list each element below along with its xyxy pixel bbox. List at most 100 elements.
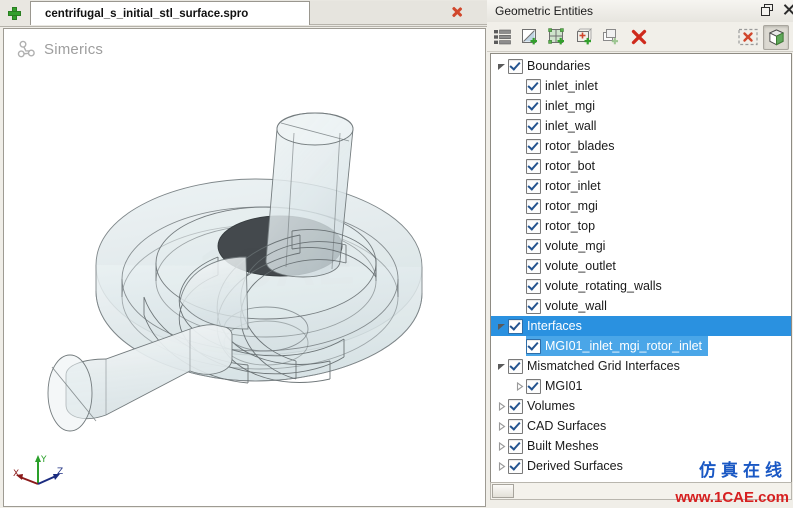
checkbox[interactable] <box>526 138 541 154</box>
svg-text:X: X <box>13 469 19 479</box>
chevron-right-icon[interactable] <box>495 416 508 436</box>
tree-row[interactable]: Interfaces <box>491 316 791 336</box>
panel-toolbar <box>487 22 793 52</box>
clear-selection-icon[interactable] <box>736 25 760 48</box>
chevron-right-icon[interactable] <box>495 396 508 416</box>
panel-title-buttons <box>761 3 793 16</box>
tree-row-label: Boundaries <box>527 59 591 73</box>
tree-row[interactable]: Volumes <box>491 396 791 416</box>
chevron-down-icon[interactable] <box>495 56 508 76</box>
tree-row-label: Derived Surfaces <box>527 459 623 473</box>
tree-row[interactable]: inlet_wall <box>491 116 791 136</box>
close-tab-button[interactable] <box>457 5 471 19</box>
tree-row[interactable]: Built Meshes <box>491 436 791 456</box>
checkbox[interactable] <box>526 258 541 274</box>
checkbox[interactable] <box>526 238 541 254</box>
checkbox[interactable] <box>508 398 523 414</box>
checkbox[interactable] <box>508 318 523 334</box>
add-patch-icon[interactable] <box>545 25 569 48</box>
add-copy-icon[interactable] <box>599 25 623 48</box>
cad-model-centrifugal-pump[interactable] <box>4 29 485 506</box>
application-window: centrifugal_s_initial_stl_surface.spro S… <box>0 0 793 508</box>
tree-row[interactable]: Mismatched Grid Interfaces <box>491 356 791 376</box>
chevron-down-icon[interactable] <box>495 356 508 376</box>
scrollbar-thumb[interactable] <box>492 484 514 498</box>
entities-tree[interactable]: Boundaries inlet_inlet inlet_mgi inlet_wall… <box>490 53 792 483</box>
new-tab-button[interactable] <box>3 2 25 24</box>
checkbox[interactable] <box>508 418 523 434</box>
delete-icon[interactable] <box>627 25 651 48</box>
checkbox[interactable] <box>508 438 523 454</box>
tree-row-label: volute_mgi <box>545 239 606 253</box>
tree-row-label: rotor_bot <box>545 159 596 173</box>
tree-row-content: Mismatched Grid Interfaces <box>508 356 680 376</box>
tree-row-label: Volumes <box>527 399 575 413</box>
svg-text:Y: Y <box>40 455 47 465</box>
checkbox[interactable] <box>508 358 523 374</box>
tree-row[interactable]: inlet_inlet <box>491 76 791 96</box>
checkbox[interactable] <box>508 458 523 474</box>
tree-row[interactable]: volute_outlet <box>491 256 791 276</box>
tree-row[interactable]: Boundaries <box>491 56 791 76</box>
tree-row-label: rotor_top <box>545 219 596 233</box>
tree-row[interactable]: inlet_mgi <box>491 96 791 116</box>
tree-row-label: rotor_inlet <box>545 179 601 193</box>
tree-row[interactable]: rotor_top <box>491 216 791 236</box>
tree-row[interactable]: volute_wall <box>491 296 791 316</box>
tree-row-label: Interfaces <box>527 319 582 333</box>
checkbox[interactable] <box>526 218 541 234</box>
checkbox[interactable] <box>526 118 541 134</box>
add-point-icon[interactable] <box>572 25 596 48</box>
tree-row[interactable]: MGI01_inlet_mgi_rotor_inlet <box>491 336 791 356</box>
chevron-right-icon[interactable] <box>513 376 526 396</box>
checkbox[interactable] <box>526 278 541 294</box>
tree-row[interactable]: rotor_inlet <box>491 176 791 196</box>
tree-row[interactable]: MGI01 <box>491 376 791 396</box>
chevron-down-icon[interactable] <box>495 316 508 336</box>
svg-text:Z: Z <box>57 467 63 477</box>
chevron-right-icon[interactable] <box>495 456 508 476</box>
tree-row-content: volute_outlet <box>526 256 616 276</box>
tree-row-label: Built Meshes <box>527 439 599 453</box>
tree-row-content: volute_wall <box>526 296 607 316</box>
tree-row[interactable]: rotor_blades <box>491 136 791 156</box>
checkbox[interactable] <box>526 338 541 354</box>
tree-row-content: Boundaries <box>508 56 590 76</box>
tree-row[interactable]: rotor_mgi <box>491 196 791 216</box>
tree-row-label: volute_rotating_walls <box>545 279 662 293</box>
tab-label: centrifugal_s_initial_stl_surface.spro <box>45 7 249 20</box>
view-cube-icon[interactable] <box>763 25 789 50</box>
panel-title-label: Geometric Entities <box>495 4 594 18</box>
panel-title-bar: Geometric Entities <box>487 0 793 23</box>
checkbox[interactable] <box>526 198 541 214</box>
add-surface-icon[interactable] <box>518 25 542 48</box>
tab-active-project[interactable]: centrifugal_s_initial_stl_surface.spro <box>30 1 310 25</box>
3d-viewport[interactable]: Simerics 1CAE <box>3 28 486 507</box>
checkbox[interactable] <box>526 98 541 114</box>
close-icon[interactable] <box>782 3 793 16</box>
checkbox[interactable] <box>526 378 541 394</box>
checkbox[interactable] <box>508 58 523 74</box>
chevron-right-icon[interactable] <box>495 436 508 456</box>
checkbox[interactable] <box>526 158 541 174</box>
tree-row-content: volute_rotating_walls <box>526 276 662 296</box>
tree-row-content: inlet_wall <box>526 116 596 136</box>
tree-row[interactable]: CAD Surfaces <box>491 416 791 436</box>
checkbox[interactable] <box>526 78 541 94</box>
axis-triad: Y X Z <box>13 455 63 485</box>
restore-window-icon[interactable] <box>761 3 773 16</box>
tree-row[interactable]: volute_rotating_walls <box>491 276 791 296</box>
checkbox[interactable] <box>526 178 541 194</box>
list-view-icon[interactable] <box>491 25 515 48</box>
tree-row[interactable]: volute_mgi <box>491 236 791 256</box>
tree-row-content: Volumes <box>508 396 575 416</box>
tree-row[interactable]: rotor_bot <box>491 156 791 176</box>
checkbox[interactable] <box>526 298 541 314</box>
